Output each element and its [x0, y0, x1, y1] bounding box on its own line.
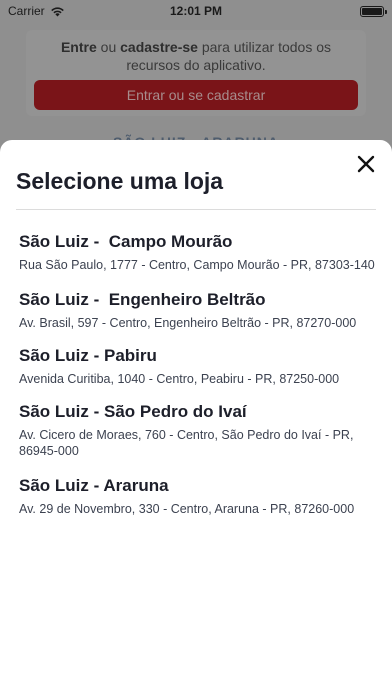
store-address: Avenida Curitiba, 1040 - Centro, Peabiru…: [19, 372, 340, 386]
store-name: São Luiz - Engenheiro Beltrão: [19, 290, 266, 309]
login-button: Entrar ou se cadastrar: [34, 80, 358, 110]
store-address: Av. Brasil, 597 - Centro, Engenheiro Bel…: [19, 316, 357, 330]
title-divider: [16, 209, 376, 210]
carrier-label: Carrier: [8, 4, 45, 18]
store-item-pabiru[interactable]: São Luiz - Pabiru Avenida Curitiba, 1040…: [19, 346, 379, 402]
login-prompt: Entre ou cadastre-se para utilizar todos…: [26, 38, 366, 74]
store-item-sao-pedro-do-ivai[interactable]: São Luiz - São Pedro do Ivaí Av. Cicero …: [19, 402, 379, 476]
store-address: Av. Cicero de Moraes, 760 - Centro, São …: [19, 428, 354, 458]
login-card: Entre ou cadastre-se para utilizar todos…: [26, 30, 366, 116]
status-bar: Carrier 12:01 PM: [0, 0, 392, 22]
status-right: [244, 5, 387, 17]
store-name: São Luiz - Campo Mourão: [19, 232, 233, 251]
store-address: Rua São Paulo, 1777 - Centro, Campo Mour…: [19, 258, 375, 272]
store-name: São Luiz - Pabiru: [19, 346, 157, 365]
login-prompt-register: cadastre-se: [120, 39, 198, 55]
store-name: São Luiz - São Pedro do Ivaí: [19, 402, 247, 421]
battery-level: [362, 7, 382, 15]
wifi-icon: [50, 6, 64, 16]
status-left: Carrier: [8, 4, 148, 18]
close-button[interactable]: [354, 152, 378, 176]
store-name: São Luiz - Araruna: [19, 476, 169, 495]
sheet-title: Selecione uma loja: [16, 168, 224, 194]
store-picker-sheet: Selecione uma loja São Luiz - Campo Mour…: [0, 140, 392, 696]
store-item-araruna[interactable]: São Luiz - Araruna Av. 29 de Novembro, 3…: [19, 476, 379, 534]
store-item-engenheiro-beltrao[interactable]: São Luiz - Engenheiro Beltrão Av. Brasil…: [19, 290, 379, 346]
login-prompt-or: ou: [96, 39, 121, 55]
store-list: São Luiz - Campo Mourão Rua São Paulo, 1…: [19, 232, 379, 534]
store-item-campo-mourao[interactable]: São Luiz - Campo Mourão Rua São Paulo, 1…: [19, 232, 379, 290]
store-address: Av. 29 de Novembro, 330 - Centro, Ararun…: [19, 502, 355, 516]
status-time: 12:01 PM: [169, 4, 223, 18]
battery-icon: [360, 5, 387, 17]
login-prompt-enter: Entre: [60, 39, 97, 55]
close-icon: [357, 155, 375, 173]
